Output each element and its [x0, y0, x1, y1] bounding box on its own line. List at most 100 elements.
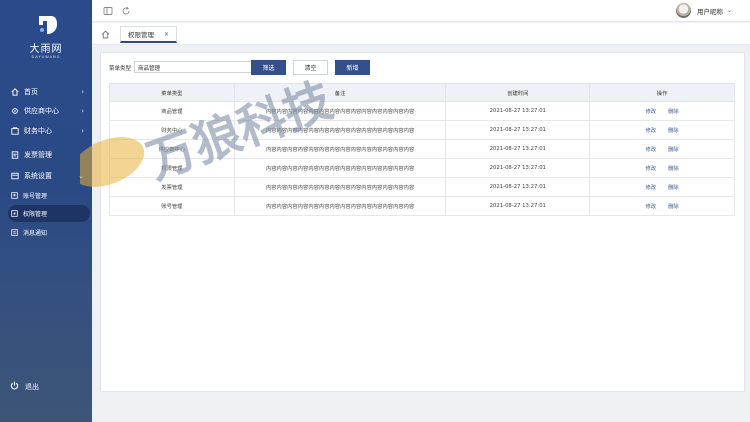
gear-icon: [10, 107, 19, 116]
cell-menu-type: 财务中心: [109, 120, 235, 140]
chevron-right-icon: ›: [81, 88, 84, 96]
top-bar: 用户昵称 ⌄: [92, 0, 750, 22]
edit-link[interactable]: 修改: [645, 166, 656, 172]
logout-label: 退出: [25, 382, 39, 391]
delete-link[interactable]: 删除: [668, 204, 679, 210]
edit-link[interactable]: 修改: [645, 147, 656, 153]
power-icon: [10, 381, 19, 392]
cell-created-time: 2021-08-27 13:27:01: [445, 177, 591, 197]
clear-button[interactable]: 清空: [293, 60, 328, 75]
cell-note: 内容内容内容内容内容内容内容内容内容内容内容内容内容内容: [233, 120, 447, 140]
column-header: 操作: [589, 83, 735, 102]
cell-created-time: 2021-08-27 13:27:01: [445, 196, 591, 216]
account-icon: [10, 192, 18, 200]
cell-created-time: 2021-08-27 13:27:01: [445, 120, 591, 140]
column-header: 创建时间: [445, 83, 591, 102]
permissions-table: 菜单类型 备注 创建时间 操作 商品管理 内容内容内容内容内容内容内容内容内容内…: [109, 83, 735, 216]
edit-link[interactable]: 修改: [645, 109, 656, 115]
avatar: [675, 3, 691, 18]
chevron-right-icon: ›: [81, 127, 84, 135]
cell-note: 内容内容内容内容内容内容内容内容内容内容内容内容内容内容: [233, 139, 447, 159]
table-row: 权限管理 内容内容内容内容内容内容内容内容内容内容内容内容内容内容 2021-0…: [109, 158, 735, 178]
logout-button[interactable]: 退出: [10, 381, 39, 392]
chevron-right-icon: ›: [81, 107, 84, 115]
sidebar-item-label: 系统设置: [24, 172, 52, 180]
user-name: 用户昵称: [696, 7, 723, 16]
cell-menu-type: 供应商中心: [109, 139, 235, 159]
sidebar-item-label: 供应商中心: [24, 107, 59, 115]
filter-button[interactable]: 筛选: [251, 60, 286, 75]
collapse-menu-icon[interactable]: [103, 6, 113, 16]
delete-link[interactable]: 删除: [668, 147, 679, 153]
home-tab-icon[interactable]: [98, 27, 112, 41]
edit-link[interactable]: 修改: [645, 204, 656, 210]
sidebar-subitem-label: 账号管理: [23, 193, 48, 200]
cell-menu-type: 权限管理: [109, 158, 235, 178]
sidebar-item-label: 财务中心: [24, 127, 52, 135]
sidebar-subitem-label: 权限管理: [23, 211, 48, 218]
cell-note: 内容内容内容内容内容内容内容内容内容内容内容内容内容内容: [233, 177, 447, 197]
chevron-down-icon: ⌄: [78, 172, 84, 180]
content-panel: 菜单类型 商品管理 筛选 清空 新增 菜单类型 备注 创建时间 操作 商品管理 …: [100, 52, 745, 392]
table-row: 商品管理 内容内容内容内容内容内容内容内容内容内容内容内容内容内容 2021-0…: [109, 101, 735, 121]
cell-created-time: 2021-08-27 13:27:01: [445, 139, 591, 159]
close-icon[interactable]: ×: [164, 31, 169, 38]
sidebar-subitem-messages[interactable]: 消息通知: [8, 224, 90, 241]
delete-link[interactable]: 删除: [668, 185, 679, 191]
cell-actions: 修改 删除: [589, 177, 735, 197]
table-row: 财务中心 内容内容内容内容内容内容内容内容内容内容内容内容内容内容 2021-0…: [109, 120, 735, 140]
cell-created-time: 2021-08-27 13:27:01: [445, 158, 591, 178]
cell-menu-type: 商品管理: [109, 101, 235, 121]
permission-icon: [10, 210, 18, 218]
sidebar-subitem-accounts[interactable]: 账号管理: [8, 187, 90, 204]
settings-icon: [10, 172, 19, 181]
cell-note: 内容内容内容内容内容内容内容内容内容内容内容内容内容内容: [233, 196, 447, 216]
cell-menu-type: 账号管理: [109, 196, 235, 216]
sidebar-item-system-settings[interactable]: 系统设置 ⌄: [0, 167, 92, 185]
sidebar: 大雨网 DAYUWANG 首页 › 供应商中心 › 财务中心 › 发票管理 系统…: [0, 0, 92, 422]
sidebar-subitem-permissions[interactable]: 权限管理: [8, 205, 90, 222]
delete-link[interactable]: 删除: [668, 166, 679, 172]
sidebar-item-label: 首页: [24, 88, 38, 96]
cell-actions: 修改 删除: [589, 158, 735, 178]
sidebar-item-supplier[interactable]: 供应商中心 ›: [0, 102, 92, 120]
delete-link[interactable]: 删除: [668, 109, 679, 115]
tab-permissions[interactable]: 权限管理 ×: [120, 26, 178, 43]
wallet-icon: [10, 127, 19, 136]
add-button[interactable]: 新增: [335, 60, 370, 75]
brand-subtitle: DAYUWANG: [31, 55, 61, 59]
table-header-row: 菜单类型 备注 创建时间 操作: [109, 83, 735, 102]
edit-link[interactable]: 修改: [645, 128, 656, 134]
column-header: 备注: [233, 83, 447, 102]
sidebar-item-finance[interactable]: 财务中心 ›: [0, 122, 92, 140]
sidebar-item-label: 发票管理: [24, 151, 52, 159]
cell-actions: 修改 删除: [589, 196, 735, 216]
sidebar-item-invoice[interactable]: 发票管理: [0, 146, 92, 164]
home-icon: [10, 88, 19, 97]
cell-created-time: 2021-08-27 13:27:01: [445, 101, 591, 121]
cell-actions: 修改 删除: [589, 101, 735, 121]
user-menu[interactable]: 用户昵称 ⌄: [675, 3, 732, 18]
logo: 大雨网 DAYUWANG: [0, 12, 92, 59]
tab-bar: 权限管理 ×: [92, 23, 750, 45]
table-row: 账号管理 内容内容内容内容内容内容内容内容内容内容内容内容内容内容 2021-0…: [109, 196, 735, 216]
refresh-icon[interactable]: [121, 6, 131, 16]
cell-menu-type: 发票管理: [109, 177, 235, 197]
table-row: 供应商中心 内容内容内容内容内容内容内容内容内容内容内容内容内容内容 2021-…: [109, 139, 735, 159]
cell-note: 内容内容内容内容内容内容内容内容内容内容内容内容内容内容: [233, 101, 447, 121]
delete-link[interactable]: 删除: [668, 128, 679, 134]
cell-note: 内容内容内容内容内容内容内容内容内容内容内容内容内容内容: [233, 158, 447, 178]
filter-label: 菜单类型: [109, 66, 132, 72]
cell-actions: 修改 删除: [589, 120, 735, 140]
table-row: 发票管理 内容内容内容内容内容内容内容内容内容内容内容内容内容内容 2021-0…: [109, 177, 735, 197]
menu-type-input[interactable]: 商品管理: [134, 61, 254, 73]
invoice-icon: [10, 151, 19, 160]
sidebar-subitem-label: 消息通知: [23, 230, 48, 237]
logo-mark-icon: [33, 12, 59, 38]
sidebar-item-home[interactable]: 首页 ›: [0, 83, 92, 101]
brand-name: 大雨网: [29, 44, 63, 55]
cell-actions: 修改 删除: [589, 139, 735, 159]
message-icon: [10, 229, 18, 237]
edit-link[interactable]: 修改: [645, 185, 656, 191]
chevron-down-icon: ⌄: [726, 7, 732, 14]
